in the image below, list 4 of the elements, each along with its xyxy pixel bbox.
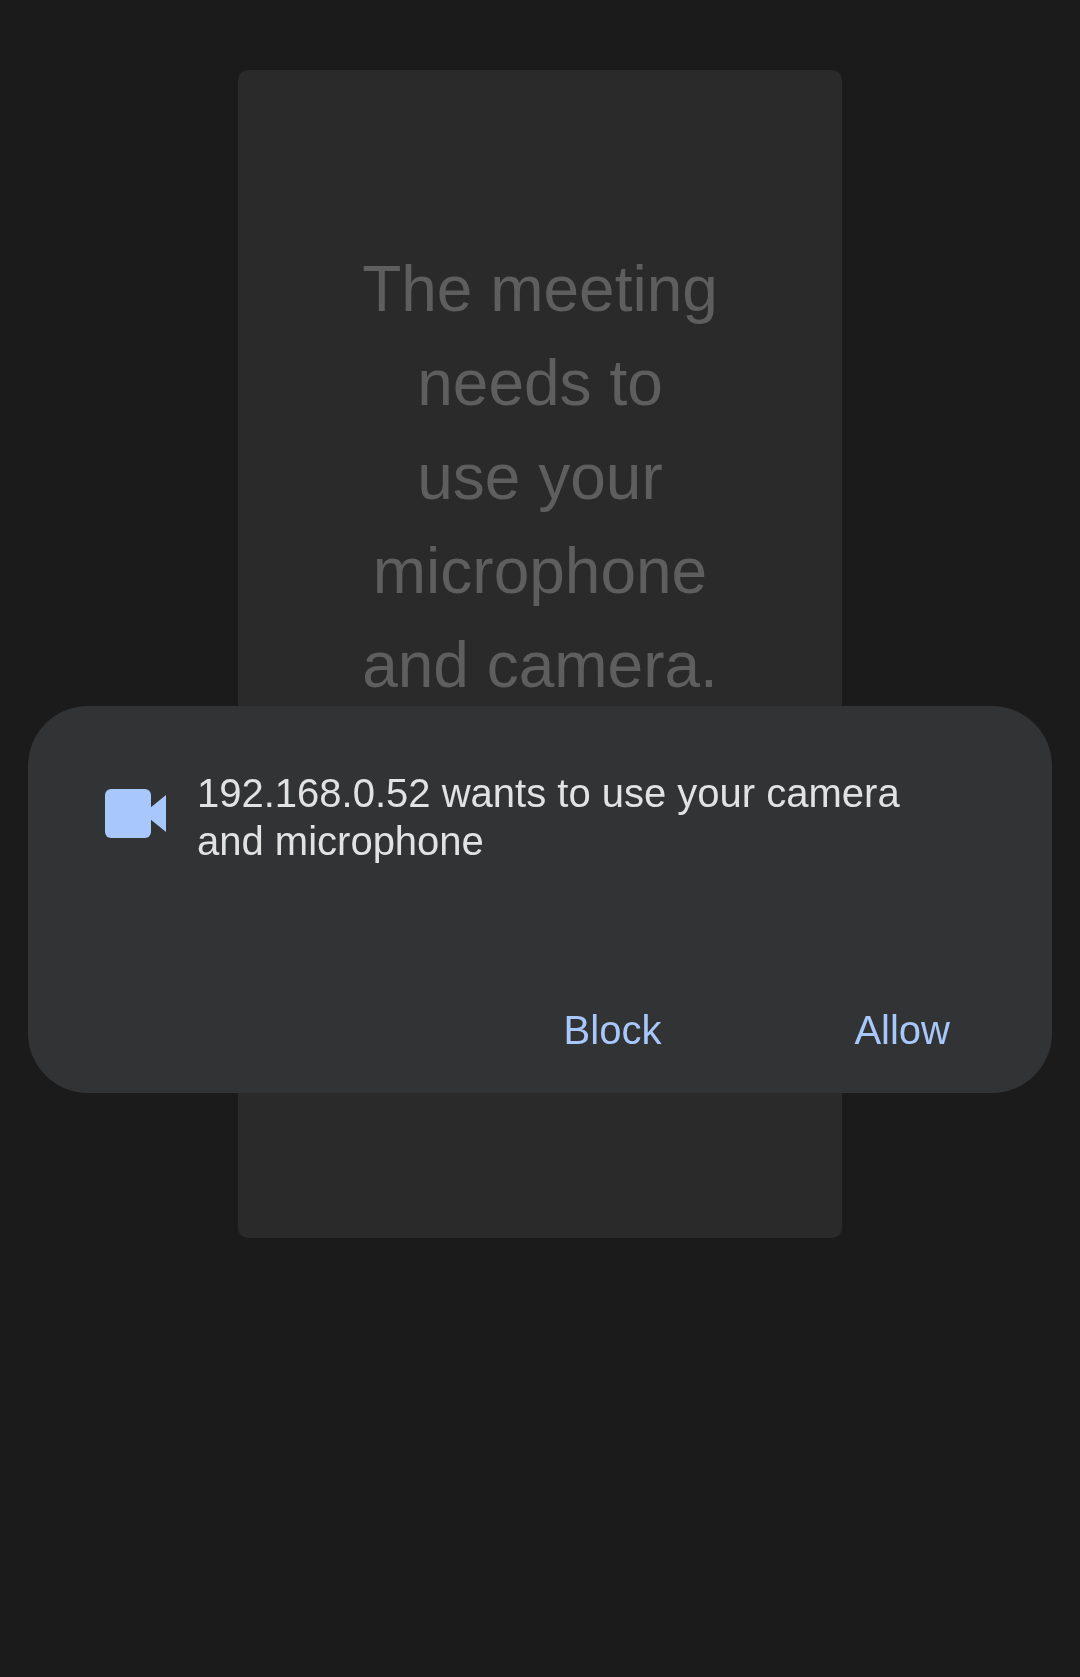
allow-button[interactable]: Allow	[830, 994, 974, 1066]
permission-message: 192.168.0.52 wants to use your camera and microphone	[197, 770, 901, 865]
block-button[interactable]: Block	[539, 994, 686, 1066]
video-camera-icon	[105, 789, 166, 838]
